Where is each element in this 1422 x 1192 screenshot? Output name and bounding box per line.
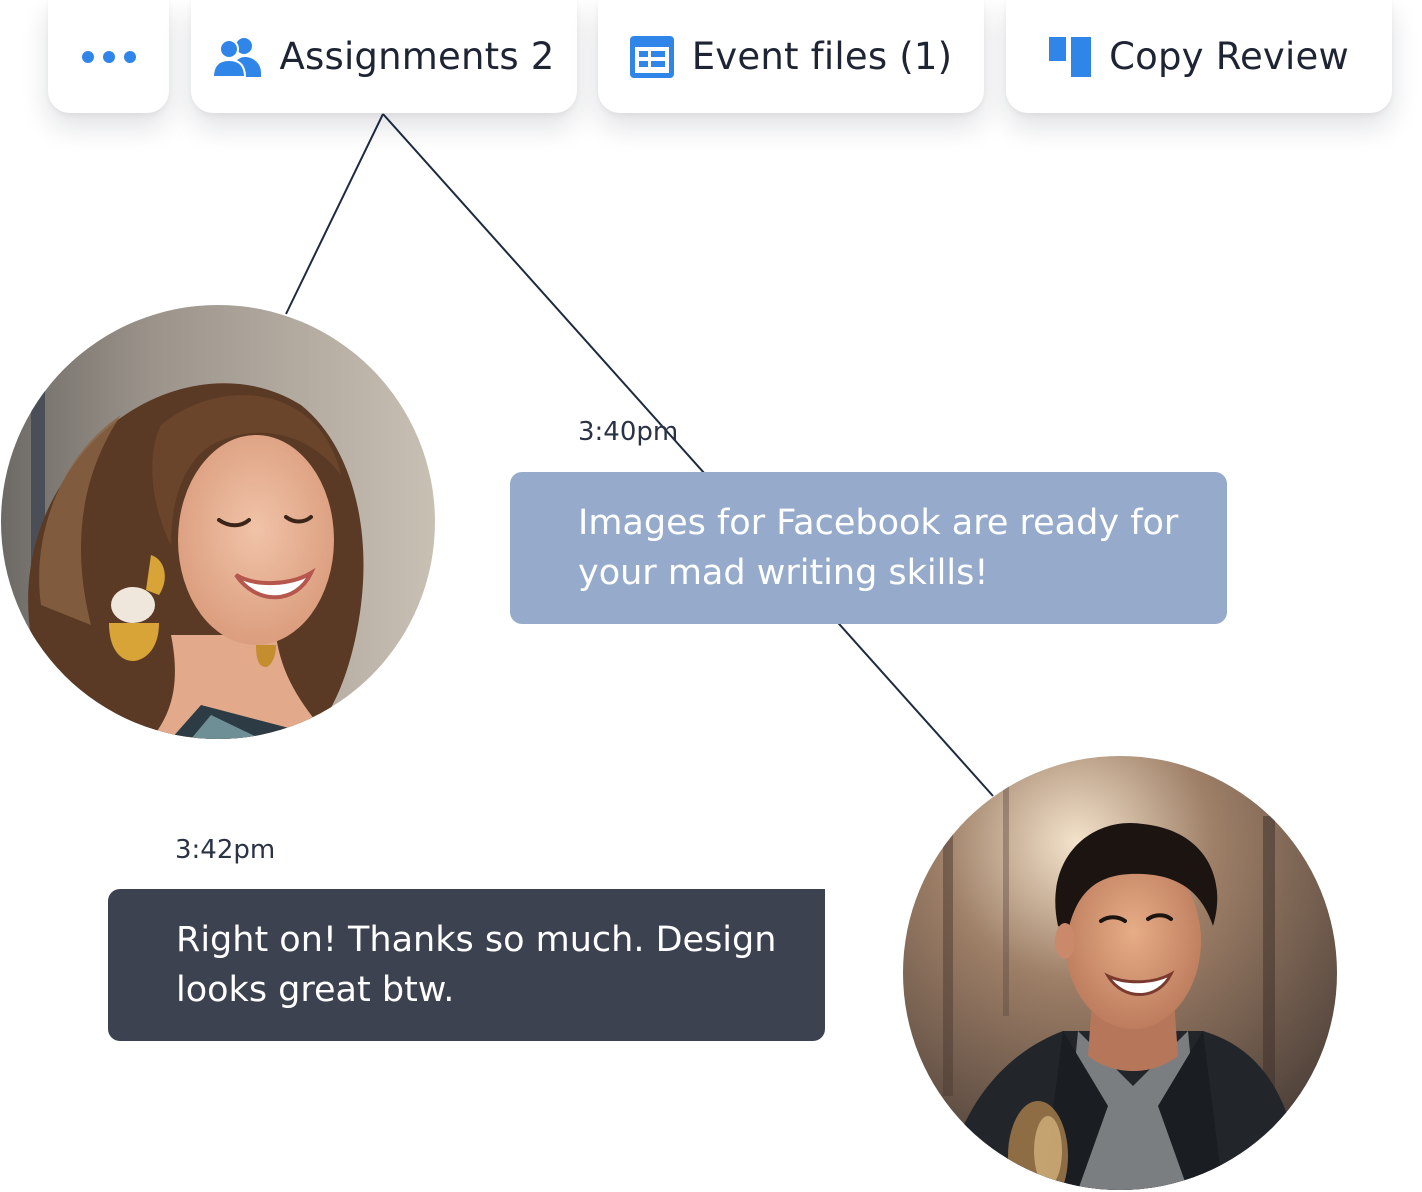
message-timestamp: 3:40pm bbox=[578, 417, 679, 447]
tab-event-files[interactable]: Event files (1) bbox=[598, 0, 984, 113]
columns-icon bbox=[1049, 36, 1092, 77]
avatar-woman bbox=[1, 305, 435, 739]
tab-event-files-label: Event files (1) bbox=[691, 35, 953, 78]
table-icon bbox=[629, 35, 674, 78]
users-icon bbox=[213, 37, 262, 77]
message-bubble-incoming: Images for Facebook are ready for your m… bbox=[510, 472, 1227, 624]
message-bubble-reply: Right on! Thanks so much. Design looks g… bbox=[108, 889, 825, 1041]
more-options-tab[interactable] bbox=[48, 0, 169, 113]
avatar-man bbox=[903, 756, 1337, 1190]
tab-copy-review[interactable]: Copy Review bbox=[1006, 0, 1392, 113]
tab-assignments-label: Assignments 2 bbox=[279, 35, 555, 78]
message-timestamp: 3:42pm bbox=[175, 835, 276, 865]
more-dots-icon bbox=[81, 50, 137, 64]
connector-line-left bbox=[285, 113, 384, 315]
tab-assignments[interactable]: Assignments 2 bbox=[191, 0, 577, 113]
connector-line-right bbox=[382, 113, 994, 797]
chat-illustration: Assignments 2 Event files (1) Copy Revie… bbox=[0, 0, 1422, 1192]
tab-copy-review-label: Copy Review bbox=[1109, 35, 1349, 78]
